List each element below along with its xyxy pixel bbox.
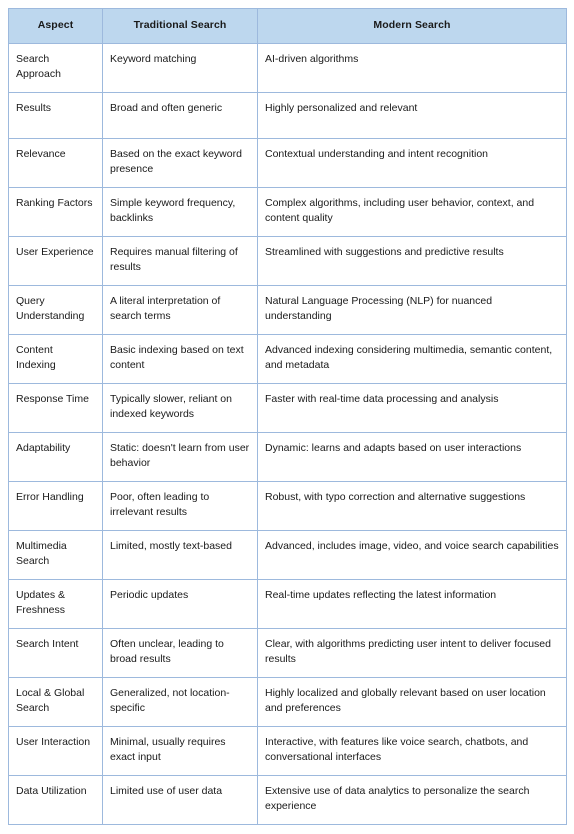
cell-modern-search: Contextual understanding and intent reco… xyxy=(257,137,567,188)
cell-traditional-search: Broad and often generic xyxy=(102,91,258,139)
cell-aspect: Error Handling xyxy=(8,480,103,531)
cell-aspect: Search Approach xyxy=(8,42,103,93)
column-header-aspect: Aspect xyxy=(8,8,103,44)
table-row: Relevance Based on the exact keyword pres… xyxy=(8,137,567,188)
table-row: User Interaction Minimal, usually require… xyxy=(8,725,567,776)
cell-modern-search: Advanced indexing considering multimedia… xyxy=(257,333,567,384)
cell-aspect: Search Intent xyxy=(8,627,103,678)
table-container: Aspect Traditional Search Modern Search … xyxy=(0,0,574,834)
header-row: Aspect Traditional Search Modern Search xyxy=(8,8,567,44)
table-row: Query Understanding A literal interpretat… xyxy=(8,284,567,335)
cell-traditional-search: Limited use of user data xyxy=(102,774,258,825)
cell-aspect: Ranking Factors xyxy=(8,186,103,237)
cell-traditional-search: Minimal, usually requires exact input xyxy=(102,725,258,776)
cell-traditional-search: Basic indexing based on text content xyxy=(102,333,258,384)
table-row: Results Broad and often generic Highly per… xyxy=(8,91,567,139)
cell-traditional-search: Based on the exact keyword presence xyxy=(102,137,258,188)
search-comparison-table: Aspect Traditional Search Modern Search … xyxy=(8,8,567,825)
cell-aspect: Content Indexing xyxy=(8,333,103,384)
cell-aspect: Adaptability xyxy=(8,431,103,482)
cell-traditional-search: Static: doesn't learn from user behavior xyxy=(102,431,258,482)
cell-aspect: Updates & Freshness xyxy=(8,578,103,629)
cell-aspect: User Experience xyxy=(8,235,103,286)
table-row: Data Utilization Limited use of user data… xyxy=(8,774,567,825)
table-row: Local & Global Search Generalized, not lo… xyxy=(8,676,567,727)
cell-modern-search: Real-time updates reflecting the latest … xyxy=(257,578,567,629)
cell-modern-search: Clear, with algorithms predicting user i… xyxy=(257,627,567,678)
table-row: Search Intent Often unclear, leading to b… xyxy=(8,627,567,678)
cell-modern-search: Faster with real-time data processing an… xyxy=(257,382,567,433)
cell-modern-search: Natural Language Processing (NLP) for nu… xyxy=(257,284,567,335)
table-row: Search Approach Keyword matching AI-driven… xyxy=(8,42,567,93)
table-row: User Experience Requires manual filtering… xyxy=(8,235,567,286)
column-header-modern-search: Modern Search xyxy=(257,8,567,44)
cell-aspect: Query Understanding xyxy=(8,284,103,335)
cell-traditional-search: Keyword matching xyxy=(102,42,258,93)
cell-traditional-search: Periodic updates xyxy=(102,578,258,629)
cell-aspect: Multimedia Search xyxy=(8,529,103,580)
cell-modern-search: Extensive use of data analytics to perso… xyxy=(257,774,567,825)
cell-modern-search: Highly localized and globally relevant b… xyxy=(257,676,567,727)
cell-traditional-search: Typically slower, reliant on indexed key… xyxy=(102,382,258,433)
table-row: Multimedia Search Limited, mostly text-ba… xyxy=(8,529,567,580)
cell-aspect: User Interaction xyxy=(8,725,103,776)
cell-modern-search: Complex algorithms, including user behav… xyxy=(257,186,567,237)
cell-modern-search: AI-driven algorithms xyxy=(257,42,567,93)
cell-traditional-search: Often unclear, leading to broad results xyxy=(102,627,258,678)
cell-traditional-search: Simple keyword frequency, backlinks xyxy=(102,186,258,237)
cell-traditional-search: Generalized, not location-specific xyxy=(102,676,258,727)
cell-traditional-search: Poor, often leading to irrelevant result… xyxy=(102,480,258,531)
cell-modern-search: Advanced, includes image, video, and voi… xyxy=(257,529,567,580)
cell-aspect: Relevance xyxy=(8,137,103,188)
table-row: Response Time Typically slower, reliant o… xyxy=(8,382,567,433)
cell-modern-search: Streamlined with suggestions and predict… xyxy=(257,235,567,286)
column-header-traditional-search: Traditional Search xyxy=(102,8,258,44)
cell-traditional-search: A literal interpretation of search terms xyxy=(102,284,258,335)
cell-aspect: Response Time xyxy=(8,382,103,433)
cell-modern-search: Highly personalized and relevant xyxy=(257,91,567,139)
table-row: Error Handling Poor, often leading to irr… xyxy=(8,480,567,531)
cell-traditional-search: Requires manual filtering of results xyxy=(102,235,258,286)
cell-aspect: Data Utilization xyxy=(8,774,103,825)
cell-modern-search: Robust, with typo correction and alterna… xyxy=(257,480,567,531)
table-row: Ranking Factors Simple keyword frequency,… xyxy=(8,186,567,237)
cell-modern-search: Interactive, with features like voice se… xyxy=(257,725,567,776)
table-row: Content Indexing Basic indexing based on … xyxy=(8,333,567,384)
cell-aspect: Results xyxy=(8,91,103,139)
table-row: Updates & Freshness Periodic updates Real-… xyxy=(8,578,567,629)
table-body: Search Approach Keyword matching AI-driven… xyxy=(8,42,567,825)
cell-traditional-search: Limited, mostly text-based xyxy=(102,529,258,580)
cell-modern-search: Dynamic: learns and adapts based on user… xyxy=(257,431,567,482)
table-row: Adaptability Static: doesn't learn from u… xyxy=(8,431,567,482)
cell-aspect: Local & Global Search xyxy=(8,676,103,727)
table-header: Aspect Traditional Search Modern Search xyxy=(8,8,567,44)
